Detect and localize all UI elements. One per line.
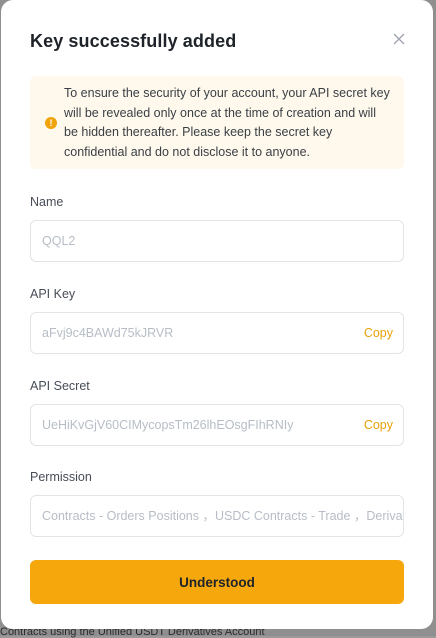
name-label: Name <box>30 195 64 209</box>
permission-label: Permission <box>30 470 92 484</box>
close-icon[interactable] <box>392 32 406 46</box>
api-key-value: aFvj9c4BAWd75kJRVR <box>42 326 174 340</box>
permission-field: Contracts - Orders Positions ，USDC Contr… <box>30 495 404 537</box>
api-key-field: aFvj9c4BAWd75kJRVR Copy <box>30 312 404 354</box>
security-notice-text: To ensure the security of your account, … <box>64 86 390 159</box>
security-notice: ! To ensure the security of your account… <box>30 76 404 169</box>
dialog-title: Key successfully added <box>30 31 237 51</box>
api-key-created-dialog: Key successfully added ! To ensure the s… <box>1 0 433 629</box>
api-secret-label: API Secret <box>30 379 90 393</box>
api-key-label: API Key <box>30 287 76 301</box>
name-value: QQL2 <box>42 234 76 248</box>
api-secret-field: UeHiKvGjV60CIMycopsTm26lhEOsgFIhRNIy Cop… <box>30 404 404 446</box>
exclamation-icon: ! <box>45 117 57 129</box>
understood-button[interactable]: Understood <box>30 560 404 604</box>
name-field: QQL2 <box>30 220 404 262</box>
api-secret-value: UeHiKvGjV60CIMycopsTm26lhEOsgFIhRNIy <box>42 418 294 432</box>
copy-api-key-button[interactable]: Copy <box>364 313 393 353</box>
permission-value: Contracts - Orders Positions ，USDC Contr… <box>42 509 403 523</box>
copy-api-secret-button[interactable]: Copy <box>364 405 393 445</box>
